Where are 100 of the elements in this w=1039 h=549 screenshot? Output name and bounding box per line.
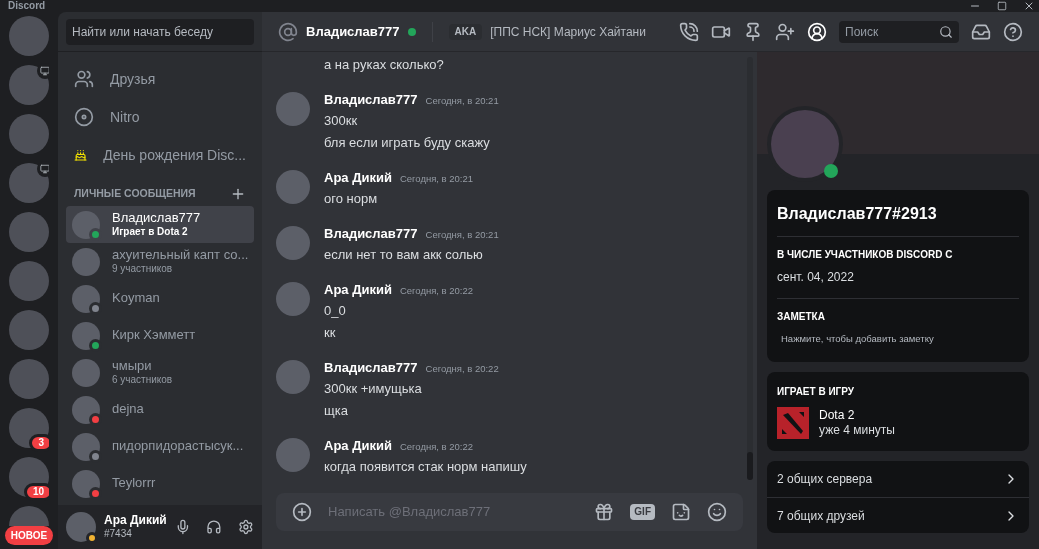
- user-name: Ара Дикий: [104, 513, 167, 529]
- message-text: 300кк: [324, 112, 359, 130]
- sticker-icon[interactable]: [671, 502, 691, 522]
- maximize-icon[interactable]: [997, 1, 1007, 11]
- nav-item[interactable]: Nitro: [66, 98, 254, 136]
- search-field[interactable]: Найти или начать беседу: [66, 18, 254, 45]
- timestamp: Сегодня, в 20:21: [425, 94, 499, 108]
- profile-name: Владислав777#2913: [777, 202, 1019, 237]
- avatar: [72, 284, 100, 313]
- dm-name: Koyman: [112, 290, 160, 307]
- avatar: [72, 358, 100, 387]
- author-name[interactable]: Владислав777: [324, 90, 418, 110]
- dm-name: Кирк Хэмметт: [112, 327, 196, 344]
- section-title: В ЧИСЛЕ УЧАСТНИКОВ DISCORD С: [777, 248, 954, 262]
- nav-item[interactable]: День рождения Disc...: [66, 136, 254, 174]
- dm-item[interactable]: Кирк Хэмметт: [66, 317, 254, 354]
- gif-button[interactable]: GIF: [630, 504, 655, 520]
- app-title: Discord: [8, 1, 46, 11]
- author-name[interactable]: Ара Дикий: [324, 436, 392, 456]
- nav-label: Nitro: [110, 107, 140, 127]
- dm-item[interactable]: ахуительный капт со... 9 участников: [66, 243, 254, 280]
- gift-icon[interactable]: [594, 502, 615, 522]
- dm-subtitle: 6 участников: [112, 374, 173, 387]
- alias-text: [ППС НСК] Мариус Хайтани: [490, 23, 646, 41]
- dm-name: пидорпидорастысук...: [112, 438, 244, 455]
- message-input[interactable]: Написать @Владислав777 GIF: [276, 493, 743, 531]
- avatar: [72, 395, 100, 424]
- search-field[interactable]: Поиск: [839, 20, 959, 43]
- author-name[interactable]: Ара Дикий: [324, 280, 392, 300]
- timestamp: Сегодня, в 20:22: [399, 440, 474, 454]
- game-name: Dota 2: [819, 408, 856, 424]
- message-text: если нет то вам акк солью: [324, 246, 484, 264]
- user-tag: #7434: [104, 528, 167, 541]
- author-name[interactable]: Владислав777: [324, 224, 418, 244]
- section-title: ИГРАЕТ В ИГРУ: [777, 385, 856, 400]
- add-user-icon[interactable]: [775, 21, 795, 42]
- section-title: ЛИЧНЫЕ СООБЩЕНИЯ: [74, 186, 196, 202]
- avatar: [72, 469, 100, 498]
- at-icon: [278, 21, 298, 42]
- dm-item[interactable]: Teylorrr: [66, 465, 254, 502]
- nav-label: Друзья: [110, 69, 156, 89]
- message-text: когда появится стак норм напишу: [324, 458, 527, 476]
- dm-name: чмыри: [112, 358, 153, 375]
- headphones-icon[interactable]: [206, 519, 223, 535]
- message-text: щка: [324, 402, 349, 420]
- mutual-row[interactable]: 7 общих друзей: [767, 497, 1029, 534]
- plus-icon[interactable]: [230, 186, 246, 202]
- message-text: ого норм: [324, 190, 379, 208]
- avatar[interactable]: [66, 512, 96, 542]
- emoji-icon[interactable]: [707, 502, 727, 522]
- author-name[interactable]: Владислав777: [324, 358, 418, 378]
- timestamp: Сегодня, в 20:21: [399, 172, 474, 186]
- message-text: 300кк +имущька: [324, 380, 423, 398]
- dm-item[interactable]: Владислав777 Играет в Dota 2: [66, 206, 254, 243]
- dm-item[interactable]: Koyman: [66, 280, 254, 317]
- dm-subtitle: Играет в Dota 2: [112, 226, 189, 239]
- dm-name: Teylorrr: [112, 475, 156, 492]
- note-field[interactable]: Нажмите, чтобы добавить заметку: [781, 332, 1019, 347]
- pin-icon[interactable]: [743, 21, 763, 42]
- avatar: [72, 210, 100, 239]
- timestamp: Сегодня, в 20:22: [425, 362, 499, 376]
- settings-icon[interactable]: [238, 519, 254, 535]
- section-title: ЗАМЕТКА: [777, 310, 826, 324]
- message-text: бля если играть буду скажу: [324, 134, 491, 152]
- disc-icon: [74, 107, 94, 127]
- phone-icon[interactable]: [679, 21, 699, 42]
- avatar: [72, 321, 100, 350]
- dm-item[interactable]: чмыри 6 участников: [66, 354, 254, 391]
- game-time: уже 4 минуты: [819, 423, 895, 439]
- author-name[interactable]: Ара Дикий: [324, 168, 392, 188]
- message-text: а на руках сколько?: [324, 56, 444, 74]
- dm-name: dejna: [112, 401, 144, 418]
- unread-badge: 10: [23, 483, 49, 501]
- game-icon: [777, 407, 809, 440]
- member-date: сент. 04, 2022: [777, 268, 1019, 299]
- friends-icon: [74, 69, 94, 89]
- dm-subtitle: 9 участников: [112, 263, 174, 276]
- help-icon[interactable]: [1003, 21, 1023, 42]
- nav-item[interactable]: Друзья: [66, 60, 254, 98]
- close-icon[interactable]: [1023, 0, 1035, 12]
- message-text: кк: [324, 324, 337, 342]
- dm-name: ахуительный капт со...: [112, 247, 248, 264]
- dm-item[interactable]: пидорпидорастысук...: [66, 428, 254, 465]
- unread-badge: 3: [29, 434, 49, 452]
- channel-title: Владислав777: [306, 22, 400, 41]
- timestamp: Сегодня, в 20:22: [399, 284, 474, 298]
- mutual-row[interactable]: 2 общих сервера: [767, 461, 1029, 498]
- timestamp: Сегодня, в 20:21: [425, 228, 499, 242]
- avatar: [72, 432, 100, 461]
- message-text: 0_0: [324, 302, 347, 320]
- scrollbar-thumb[interactable]: [747, 452, 753, 480]
- new-badge[interactable]: НОВОЕ: [4, 526, 54, 545]
- nav-label: День рождения Disc...: [103, 145, 246, 165]
- profile-icon[interactable]: [807, 21, 827, 42]
- search-icon: [939, 24, 953, 39]
- avatar: [72, 247, 100, 276]
- avatar: [771, 110, 839, 178]
- aka-badge: AKA: [448, 23, 483, 40]
- plus-icon[interactable]: [292, 502, 312, 522]
- dm-item[interactable]: dejna: [66, 391, 254, 428]
